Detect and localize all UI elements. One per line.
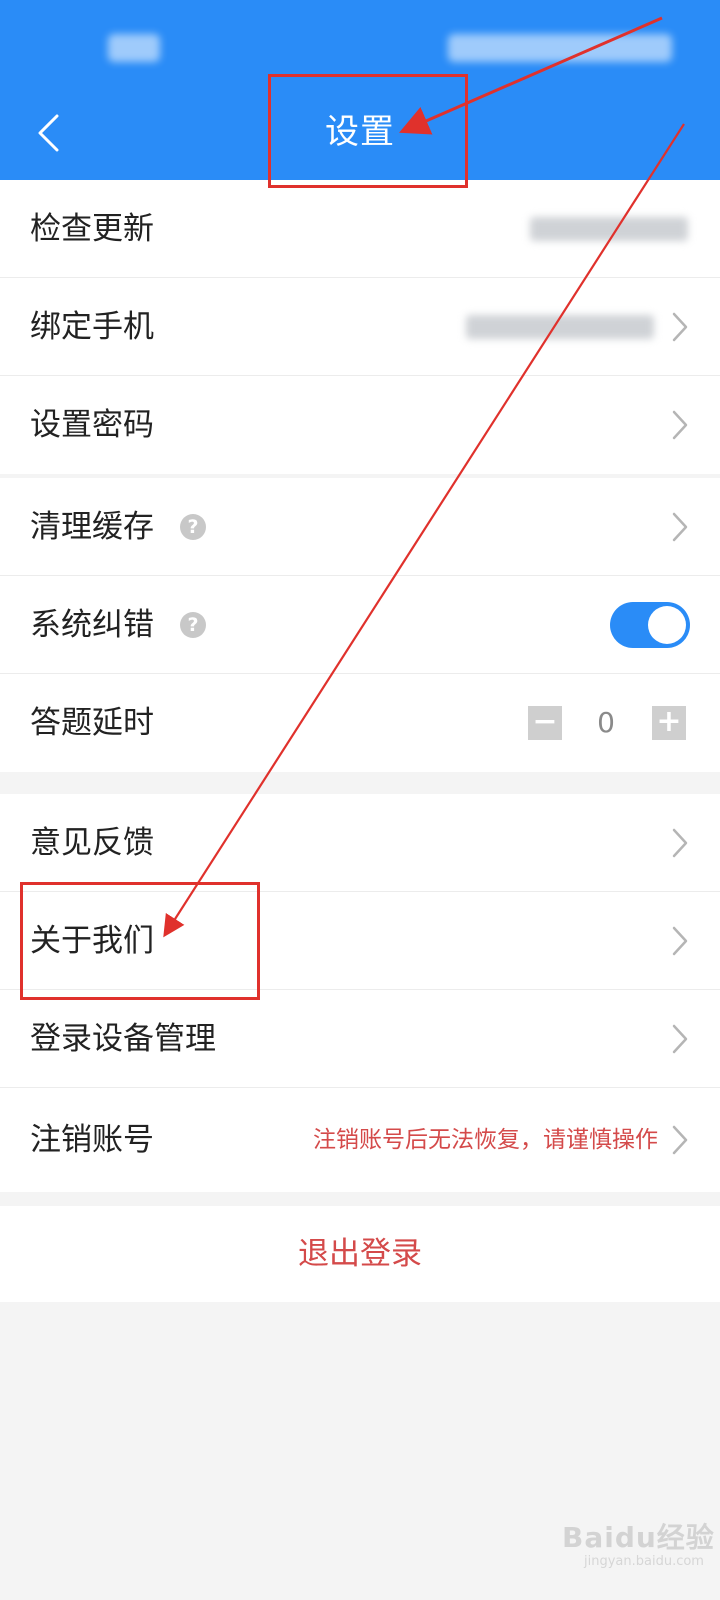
delete-account-warning: 注销账号后无法恢复，请谨慎操作 [313,1127,658,1153]
version-value-blurred [530,217,688,241]
help-icon[interactable]: ? [180,612,206,638]
watermark-logo: Baidu经验 jingyan.baidu.com [562,1506,714,1576]
delay-decrease-button[interactable]: − [528,706,562,740]
settings-group-account: 检查更新 绑定手机 设置密码 [0,180,720,474]
row-label: 注销账号 [30,1122,154,1158]
chevron-right-icon [670,1023,690,1055]
settings-row-clear-cache[interactable]: 清理缓存 ? [0,478,720,576]
row-label: 意见反馈 [30,825,154,861]
logout-button[interactable]: 退出登录 [0,1206,720,1302]
status-icons-blurred [448,34,672,62]
toggle-knob [648,606,686,644]
row-label: 绑定手机 [30,309,154,345]
chevron-right-icon [670,409,690,441]
settings-row-bind-phone[interactable]: 绑定手机 [0,278,720,376]
help-icon[interactable]: ? [180,514,206,540]
settings-row-answer-delay: 答题延时 − 0 + [0,674,720,772]
settings-row-delete-account[interactable]: 注销账号 注销账号后无法恢复，请谨慎操作 [0,1088,720,1192]
chevron-right-icon [670,925,690,957]
row-label: 系统纠错 [30,607,154,643]
chevron-right-icon [670,511,690,543]
annotation-box-title [268,74,468,188]
status-time-blurred [108,34,160,62]
annotation-box-about-us [20,882,260,1000]
delay-value: 0 [597,706,615,739]
watermark-text: Baidu经验 [562,1521,715,1554]
settings-row-device-management[interactable]: 登录设备管理 [0,990,720,1088]
phone-value-blurred [466,315,654,339]
watermark-url: jingyan.baidu.com [584,1554,704,1569]
row-label: 答题延时 [30,705,154,741]
settings-row-feedback[interactable]: 意见反馈 [0,794,720,892]
settings-row-set-password[interactable]: 设置密码 [0,376,720,474]
system-correction-toggle[interactable] [610,602,690,648]
delay-increase-button[interactable]: + [652,706,686,740]
settings-row-check-update[interactable]: 检查更新 [0,180,720,278]
chevron-right-icon [670,311,690,343]
row-label: 检查更新 [30,211,154,247]
chevron-right-icon [670,827,690,859]
chevron-right-icon [670,1124,690,1156]
settings-group-system: 清理缓存 ? 系统纠错 ? 答题延时 − 0 + [0,478,720,772]
row-label: 登录设备管理 [30,1021,216,1057]
row-label: 清理缓存 [30,509,154,545]
row-label: 设置密码 [30,407,154,443]
settings-row-system-correction: 系统纠错 ? [0,576,720,674]
